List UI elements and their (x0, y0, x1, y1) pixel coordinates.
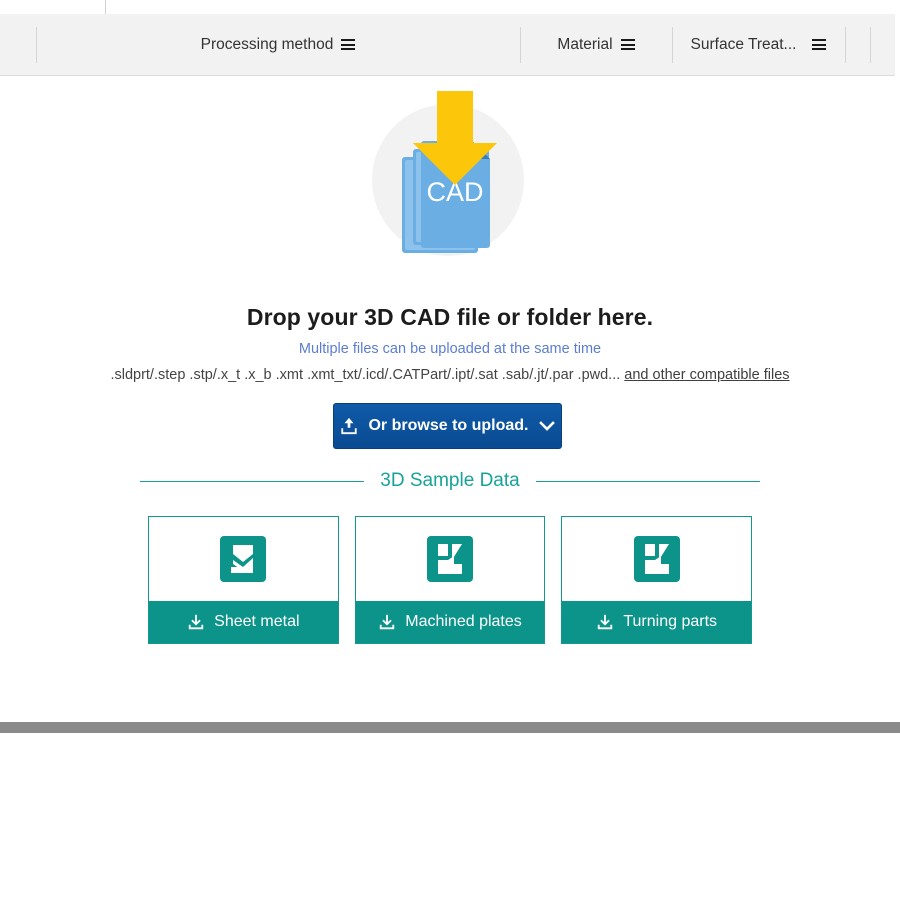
sample-data-label: 3D Sample Data (380, 470, 519, 492)
sample-card-footer[interactable]: Turning parts (562, 601, 751, 643)
page-separator-bar (0, 722, 900, 733)
upload-icon (340, 417, 358, 435)
other-compatible-files-link[interactable]: and other compatible files (624, 367, 789, 383)
chevron-down-icon (539, 420, 555, 432)
dropzone-subline: Multiple files can be uploaded at the sa… (0, 341, 900, 357)
nav-item-material[interactable]: Material (520, 14, 672, 75)
hamburger-icon (341, 39, 355, 50)
download-icon (378, 613, 396, 631)
nav-item-material-label: Material (557, 36, 612, 54)
cad-dropzone[interactable]: CAD Drop your 3D CAD file or folder here… (0, 76, 900, 722)
nav-item-surface-treatment-label: Surface Treat... (691, 36, 797, 54)
hamburger-icon (621, 39, 635, 50)
sample-card-label: Sheet metal (214, 613, 299, 631)
sample-card-art (562, 517, 751, 601)
nav-item-processing-method[interactable]: Processing method (36, 14, 520, 75)
filter-navbar: Processing method Material Surface Treat… (0, 14, 895, 76)
cad-file-upload-icon: CAD (380, 89, 520, 264)
sheet-metal-icon (220, 536, 266, 582)
dropzone-headline: Drop your 3D CAD file or folder here. (0, 304, 900, 331)
nav-divider-5 (870, 27, 871, 63)
nav-item-surface-treatment[interactable]: Surface Treat... (672, 14, 845, 75)
sample-card-footer[interactable]: Machined plates (356, 601, 545, 643)
page-footer-area (0, 733, 900, 900)
sample-card-art (356, 517, 545, 601)
browse-to-upload-label: Or browse to upload. (368, 417, 528, 435)
sample-data-card-list: Sheet metal Machined plates (148, 516, 752, 644)
divider-rule-left (140, 481, 364, 482)
sample-card-sheet-metal[interactable]: Sheet metal (148, 516, 339, 644)
top-strip (0, 0, 900, 14)
top-strip-divider (105, 0, 106, 14)
browse-to-upload-button[interactable]: Or browse to upload. (333, 403, 562, 449)
nav-divider-4 (845, 27, 846, 63)
download-icon (596, 613, 614, 631)
sample-card-machined-plates[interactable]: Machined plates (355, 516, 546, 644)
dropzone-extensions: .sldprt/.step .stp/.x_t .x_b .xmt .xmt_t… (0, 367, 900, 383)
turning-parts-icon (634, 536, 680, 582)
nav-item-processing-method-label: Processing method (201, 36, 334, 54)
machined-plates-icon (427, 536, 473, 582)
sample-card-footer[interactable]: Sheet metal (149, 601, 338, 643)
download-icon (187, 613, 205, 631)
sample-card-label: Turning parts (623, 613, 717, 631)
hamburger-icon (812, 39, 826, 50)
extensions-text: .sldprt/.step .stp/.x_t .x_b .xmt .xmt_t… (110, 367, 620, 383)
sample-data-divider: 3D Sample Data (140, 468, 760, 494)
sample-card-turning-parts[interactable]: Turning parts (561, 516, 752, 644)
sample-card-art (149, 517, 338, 601)
sample-card-label: Machined plates (405, 613, 522, 631)
divider-rule-right (536, 481, 760, 482)
